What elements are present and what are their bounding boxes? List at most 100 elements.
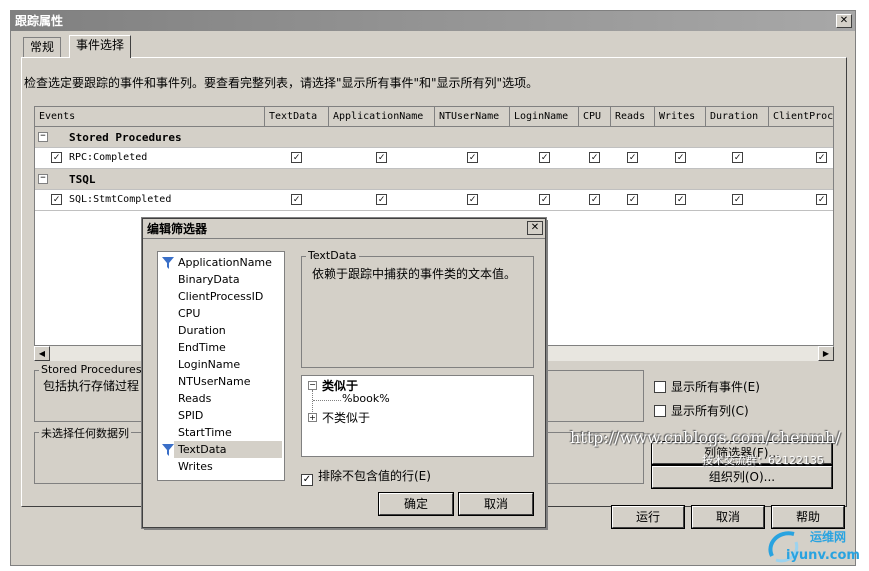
tree-node-like-value[interactable]: %book% [342,392,390,405]
window-title: 跟踪属性 [11,11,855,31]
filter-condition-tree: − 类似于 %book% + 不类似于 [301,375,534,457]
edit-filter-dialog: 编辑筛选器 ✕ ApplicationName BinaryData Clien… [141,217,547,529]
close-icon: ✕ [839,15,849,26]
checkbox-box [654,405,666,417]
cell-checkbox[interactable]: ✓ [732,194,743,205]
filter-funnel-icon [162,257,174,269]
cell-checkbox[interactable]: ✓ [291,194,302,205]
close-icon: ✕ [530,222,540,233]
cell-checkbox[interactable]: ✓ [675,194,686,205]
group-row-stored-procedures: − Stored Procedures [35,127,833,148]
cell-checkbox[interactable]: ✓ [467,194,478,205]
filter-funnel-icon [162,444,174,456]
collapse-icon[interactable]: − [38,174,48,184]
dialog-cancel-button[interactable]: 取消 [458,492,534,516]
column-item-clientprocessid[interactable]: ClientProcessID [178,288,263,305]
column-item-endtime[interactable]: EndTime [178,339,226,356]
column-header-events[interactable]: Events [35,107,265,127]
run-button[interactable]: 运行 [611,505,685,529]
column-header-cpu[interactable]: CPU [579,107,611,127]
expand-icon[interactable]: + [308,413,317,422]
cancel-button[interactable]: 取消 [691,505,765,529]
column-item-duration[interactable]: Duration [178,322,226,339]
tab-general[interactable]: 常规 [23,37,62,57]
cell-checkbox[interactable]: ✓ [539,194,550,205]
show-all-events-checkbox[interactable]: 显示所有事件(E) [654,378,760,395]
watermark-url: http://www.cnblogs.com/chenmh/ [570,428,841,447]
help-button[interactable]: 帮助 [771,505,845,529]
column-header-textdata[interactable]: TextData [265,107,329,127]
description-legend: TextData [306,249,359,262]
column-description-panel: TextData 依赖于跟踪中捕获的事件类的文本值。 [301,249,534,368]
column-description-legend: 未选择任何数据列 [39,425,131,441]
collapse-icon[interactable]: − [38,132,48,142]
group-label: TSQL [69,173,96,186]
column-header-reads[interactable]: Reads [611,107,655,127]
cell-checkbox[interactable]: ✓ [589,152,600,163]
column-header-clientproc[interactable]: ClientProc [769,107,833,127]
column-item-binarydata[interactable]: BinaryData [178,271,240,288]
exclude-null-rows-label: 排除不包含值的行(E) [318,469,431,483]
scroll-right-icon[interactable]: ▶ [818,346,834,361]
logo-text-en: iyunv.com [786,548,860,563]
column-item-textdata[interactable]: TextData [174,441,282,458]
cell-checkbox[interactable]: ✓ [589,194,600,205]
watermark-qq: 技术交流群：62122135 [702,454,824,467]
cell-checkbox[interactable]: ✓ [675,152,686,163]
cell-checkbox[interactable]: ✓ [467,152,478,163]
logo-text-cn: 运维网 [810,530,847,544]
cell-checkbox[interactable]: ✓ [816,152,827,163]
tab-events-selection[interactable]: 事件选择 [69,35,132,58]
column-header-applicationname[interactable]: ApplicationName [329,107,435,127]
event-row-rpc-completed: ✓ RPC:Completed ✓ ✓ ✓ ✓ ✓ ✓ ✓ ✓ ✓ [35,148,833,169]
cell-checkbox[interactable]: ✓ [816,194,827,205]
filter-column-list: ApplicationName BinaryData ClientProcess… [157,251,285,481]
description-text: 依赖于跟踪中捕获的事件类的文本值。 [312,267,517,281]
event-description-legend: Stored Procedures [39,363,144,376]
checkbox-box [654,381,666,393]
dialog-title: 编辑筛选器 [143,219,545,239]
cell-checkbox[interactable]: ✓ [627,194,638,205]
checkbox-box: ✓ [301,474,313,486]
instruction-text: 检查选定要跟踪的事件和事件列。要查看完整列表，请选择"显示所有事件"和"显示所有… [24,76,539,90]
exclude-null-rows-checkbox[interactable]: ✓ 排除不包含值的行(E) [301,467,431,486]
cell-checkbox[interactable]: ✓ [291,152,302,163]
organize-columns-button[interactable]: 组织列(O)... [651,465,833,489]
column-item-ntusername[interactable]: NTUserName [178,373,250,390]
dialog-close-button[interactable]: ✕ [527,221,543,235]
cell-checkbox[interactable]: ✓ [376,152,387,163]
column-header-loginname[interactable]: LoginName [510,107,579,127]
close-button[interactable]: ✕ [836,14,852,28]
column-item-writes[interactable]: Writes [178,458,213,475]
site-logo: 运维网 iyunv.com [764,526,864,566]
cell-checkbox[interactable]: ✓ [376,194,387,205]
event-description-text: 包括执行存储过程 [43,379,140,393]
tree-line [313,400,341,401]
group-label: Stored Procedures [69,131,182,144]
scroll-left-icon[interactable]: ◀ [34,346,50,361]
event-label: SQL:StmtCompleted [69,194,172,205]
cell-checkbox[interactable]: ✓ [539,152,550,163]
column-header-writes[interactable]: Writes [655,107,706,127]
ok-button[interactable]: 确定 [378,492,454,516]
column-item-applicationname[interactable]: ApplicationName [178,254,272,271]
show-all-columns-checkbox[interactable]: 显示所有列(C) [654,402,749,419]
column-item-loginname[interactable]: LoginName [178,356,240,373]
column-item-cpu[interactable]: CPU [178,305,200,322]
column-item-starttime[interactable]: StartTime [178,424,232,441]
group-row-tsql: − TSQL [35,169,833,190]
event-checkbox[interactable]: ✓ [51,152,62,163]
event-row-sql-stmtcompleted: ✓ SQL:StmtCompleted ✓ ✓ ✓ ✓ ✓ ✓ ✓ ✓ ✓ [35,190,833,211]
tree-node-not-like[interactable]: 不类似于 [322,409,370,426]
event-checkbox[interactable]: ✓ [51,194,62,205]
cell-checkbox[interactable]: ✓ [732,152,743,163]
collapse-icon[interactable]: − [308,381,317,390]
event-label: RPC:Completed [69,152,148,163]
column-header-ntusername[interactable]: NTUserName [435,107,510,127]
column-header-duration[interactable]: Duration [706,107,769,127]
column-item-spid[interactable]: SPID [178,407,203,424]
show-all-columns-label: 显示所有列(C) [671,404,749,418]
column-item-reads[interactable]: Reads [178,390,211,407]
show-all-events-label: 显示所有事件(E) [671,380,760,394]
cell-checkbox[interactable]: ✓ [627,152,638,163]
